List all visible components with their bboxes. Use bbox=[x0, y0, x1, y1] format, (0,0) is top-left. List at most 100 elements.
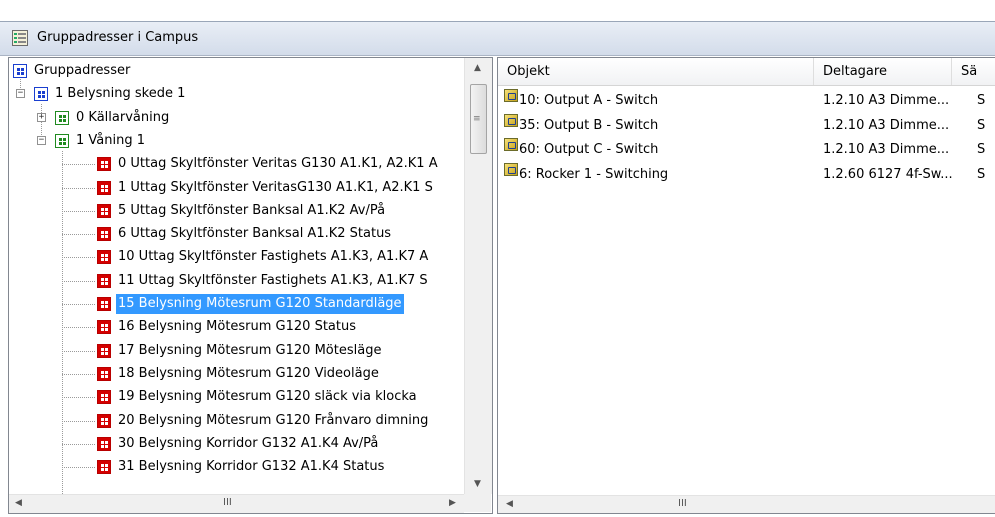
list-row[interactable]: 6: Rocker 1 - Switching 1.2.60 6127 4f-Sw… bbox=[498, 163, 995, 187]
tree-item-label: 10 Uttag Skyltfönster Fastighets A1.K3, … bbox=[118, 249, 429, 265]
tree-item[interactable]: 1 Uttag Skyltfönster VeritasG130 A1.K1, … bbox=[9, 177, 464, 199]
list-row[interactable]: 35: Output B - Switch 1.2.10 A3 Dimme... S bbox=[498, 113, 995, 138]
cell-objekt: 6: Rocker 1 - Switching bbox=[519, 167, 669, 183]
tree-item-label: 15 Belysning Mötesrum G120 Standardläge bbox=[116, 294, 404, 314]
scroll-left-arrow-icon[interactable]: ◀ bbox=[15, 498, 22, 508]
tree-item-label: 11 Uttag Skyltfönster Fastighets A1.K3, … bbox=[118, 272, 428, 288]
tree-item[interactable]: 6 Uttag Skyltfönster Banksal A1.K2 Statu… bbox=[9, 223, 464, 245]
cell-s: S bbox=[977, 117, 986, 133]
scroll-down-arrow-icon[interactable]: ▼ bbox=[474, 479, 481, 489]
group-address-tree-panel: Gruppadresser − 1 Belysning skede 1 +0 Käll… bbox=[8, 57, 493, 514]
group-address-icon bbox=[97, 320, 111, 335]
group-address-icon bbox=[97, 413, 111, 428]
tree-item[interactable]: 16 Belysning Mötesrum G120 Status bbox=[9, 316, 464, 338]
associations-list-panel: Objekt Deltagare Sä 10: Output A - Switc… bbox=[497, 57, 995, 514]
list-row[interactable]: 60: Output C - Switch 1.2.10 A3 Dimme... S bbox=[498, 138, 995, 162]
cell-deltagare: 1.2.10 A3 Dimme... bbox=[823, 142, 950, 158]
list-row[interactable]: 10: Output A - Switch 1.2.10 A3 Dimme... S bbox=[498, 89, 995, 113]
list-scroll-left-arrow-icon[interactable]: ◀ bbox=[506, 499, 513, 509]
collapse-icon[interactable]: − bbox=[16, 89, 25, 99]
group-address-tree[interactable]: Gruppadresser − 1 Belysning skede 1 +0 Käll… bbox=[9, 58, 464, 494]
tree-item[interactable]: +0 Källarvåning bbox=[9, 107, 464, 129]
tree-item-label: 5 Uttag Skyltfönster Banksal A1.K2 Av/På bbox=[118, 202, 386, 218]
scroll-up-arrow-icon[interactable]: ▲ bbox=[474, 63, 481, 73]
tree-item[interactable]: 11 Uttag Skyltfönster Fastighets A1.K3, … bbox=[9, 270, 464, 292]
tree-item[interactable]: 15 Belysning Mötesrum G120 Standardläge bbox=[9, 293, 464, 315]
group-address-icon bbox=[97, 180, 111, 195]
cell-s: S bbox=[977, 142, 986, 158]
group-addresses-icon bbox=[12, 30, 28, 46]
list-horizontal-scrollbar[interactable]: ◀ III bbox=[498, 495, 995, 513]
cell-deltagare: 1.2.10 A3 Dimme... bbox=[823, 93, 950, 108]
group-address-icon bbox=[97, 366, 111, 381]
group-address-icon bbox=[97, 203, 111, 218]
group-folder-icon bbox=[55, 110, 69, 125]
communication-object-icon bbox=[504, 163, 518, 177]
tree-item-label: 16 Belysning Mötesrum G120 Status bbox=[118, 319, 357, 335]
tree-item-label: 0 Uttag Skyltfönster Veritas G130 A1.K1,… bbox=[118, 156, 438, 172]
tree-item-label: 6 Uttag Skyltfönster Banksal A1.K2 Statu… bbox=[118, 226, 392, 242]
group-address-icon bbox=[97, 273, 111, 288]
column-header-sa[interactable]: Sä bbox=[952, 58, 995, 85]
list-header: Objekt Deltagare Sä bbox=[498, 58, 995, 86]
cell-objekt: 60: Output C - Switch bbox=[519, 142, 659, 158]
window-titlebar: Gruppadresser i Campus bbox=[0, 22, 995, 56]
tree-item[interactable]: 19 Belysning Mötesrum G120 släck via klo… bbox=[9, 386, 464, 408]
tree-horizontal-scrollbar[interactable]: ◀ III ▶ bbox=[9, 494, 464, 513]
group-folder-icon bbox=[34, 87, 48, 102]
group-folder-icon bbox=[13, 64, 27, 78]
scrollbar-corner bbox=[464, 494, 491, 512]
top-strip bbox=[0, 0, 995, 22]
group-address-icon bbox=[97, 297, 111, 311]
group-address-icon bbox=[97, 436, 111, 451]
communication-object-icon bbox=[504, 138, 518, 152]
cell-objekt: 35: Output B - Switch bbox=[519, 117, 659, 133]
column-header-objekt[interactable]: Objekt bbox=[498, 58, 814, 85]
tree-item[interactable]: 18 Belysning Mötesrum G120 Videoläge bbox=[9, 363, 464, 385]
group-address-icon bbox=[97, 227, 111, 242]
cell-s: S bbox=[977, 93, 986, 108]
tree-item[interactable]: 31 Belysning Korridor G132 A1.K4 Status bbox=[9, 456, 464, 478]
group-address-icon bbox=[97, 390, 111, 405]
tree-item[interactable]: − 1 Belysning skede 1 bbox=[9, 83, 464, 105]
scroll-right-arrow-icon[interactable]: ▶ bbox=[449, 498, 456, 508]
cell-s: S bbox=[977, 167, 986, 183]
tree-item[interactable]: − 1 Våning 1 bbox=[9, 130, 464, 152]
tree-item-label: 1 Belysning skede 1 bbox=[55, 86, 186, 102]
group-folder-icon bbox=[55, 133, 69, 148]
expand-icon[interactable]: + bbox=[37, 112, 46, 122]
tree-item-label: 17 Belysning Mötesrum G120 Mötesläge bbox=[118, 342, 382, 358]
cell-objekt: 10: Output A - Switch bbox=[519, 93, 659, 108]
group-address-icon bbox=[97, 343, 111, 358]
tree-item[interactable]: 5 Uttag Skyltfönster Banksal A1.K2 Av/På bbox=[9, 200, 464, 222]
tree-item-label: 31 Belysning Korridor G132 A1.K4 Status bbox=[118, 459, 385, 475]
list-hscroll-grip-icon: III bbox=[678, 498, 687, 509]
tree-item[interactable]: Gruppadresser bbox=[9, 60, 464, 82]
window-title: Gruppadresser i Campus bbox=[37, 30, 199, 45]
tree-item-label: Gruppadresser bbox=[34, 63, 131, 78]
group-address-icon bbox=[97, 157, 111, 172]
tree-item-label: 19 Belysning Mötesrum G120 släck via klo… bbox=[118, 389, 417, 405]
tree-item-label: 1 Våning 1 bbox=[76, 132, 145, 148]
communication-object-icon bbox=[504, 113, 518, 127]
tree-item-label: 18 Belysning Mötesrum G120 Videoläge bbox=[118, 365, 379, 381]
column-header-deltagare[interactable]: Deltagare bbox=[814, 58, 952, 85]
hscroll-grip-icon: III bbox=[223, 497, 232, 508]
scroll-grip-icon: ≡ bbox=[473, 114, 481, 124]
tree-item[interactable]: 30 Belysning Korridor G132 A1.K4 Av/På bbox=[9, 433, 464, 455]
tree-item-label: 30 Belysning Korridor G132 A1.K4 Av/På bbox=[118, 435, 379, 451]
tree-item-label: 1 Uttag Skyltfönster VeritasG130 A1.K1, … bbox=[118, 179, 433, 195]
cell-deltagare: 1.2.10 A3 Dimme... bbox=[823, 117, 950, 133]
tree-item[interactable]: 17 Belysning Mötesrum G120 Mötesläge bbox=[9, 340, 464, 362]
group-address-icon bbox=[97, 250, 111, 265]
tree-item[interactable]: 10 Uttag Skyltfönster Fastighets A1.K3, … bbox=[9, 246, 464, 268]
tree-item[interactable]: 0 Uttag Skyltfönster Veritas G130 A1.K1,… bbox=[9, 153, 464, 175]
tree-item-label: 0 Källarvåning bbox=[76, 109, 170, 125]
group-address-icon bbox=[97, 460, 111, 475]
communication-object-icon bbox=[504, 89, 518, 102]
tree-vertical-scrollbar[interactable]: ▲ ≡ ▼ bbox=[464, 58, 492, 494]
tree-item-label: 20 Belysning Mötesrum G120 Frånvaro dimn… bbox=[118, 412, 429, 428]
cell-deltagare: 1.2.60 6127 4f-Sw... bbox=[823, 167, 953, 183]
tree-item[interactable]: 20 Belysning Mötesrum G120 Frånvaro dimn… bbox=[9, 410, 464, 432]
collapse-icon[interactable]: − bbox=[37, 135, 46, 145]
